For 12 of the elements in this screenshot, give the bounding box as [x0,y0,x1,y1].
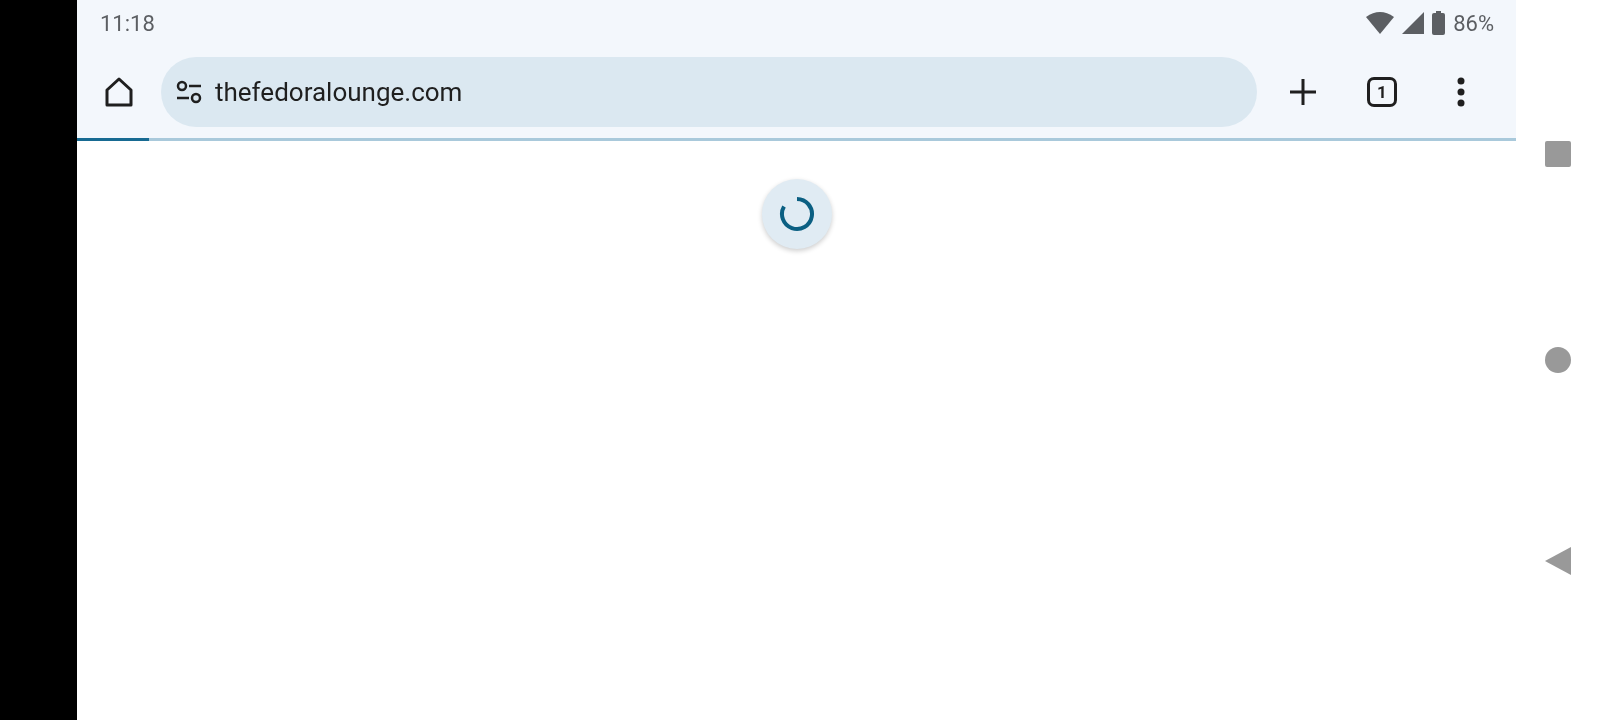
address-bar[interactable]: thefedoralounge.com [161,57,1257,127]
tab-switcher-button[interactable]: 1 [1367,77,1397,107]
battery-icon [1432,11,1446,35]
url-text[interactable]: thefedoralounge.com [215,77,463,107]
back-icon[interactable] [1545,547,1571,575]
loading-spinner [761,179,832,249]
home-button-icon[interactable] [1545,347,1571,373]
signal-icon [1402,12,1425,34]
wifi-icon [1366,12,1395,34]
tune-icon[interactable] [175,80,203,104]
clock-time: 11:18 [100,10,155,36]
battery-percentage: 86% [1453,10,1494,36]
